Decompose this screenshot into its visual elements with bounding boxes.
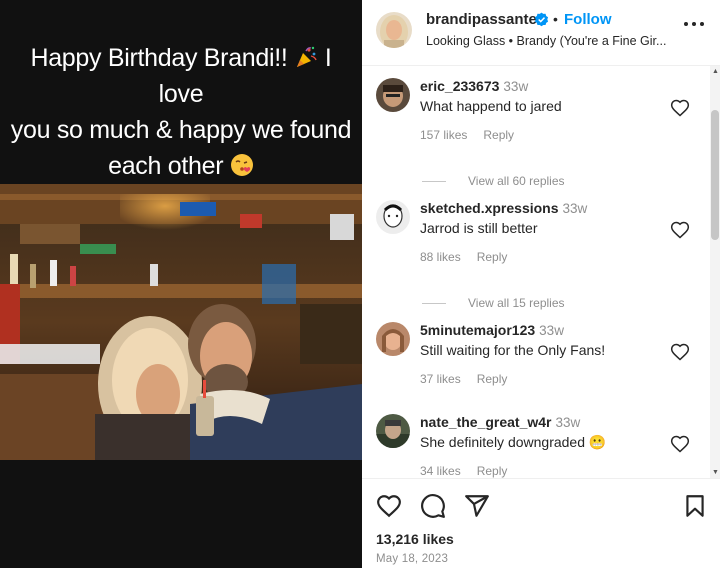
comment-item: eric_233673 33w What happend to jared 157… [362, 78, 710, 198]
scroll-up-arrow-icon[interactable]: ▲ [712, 68, 719, 75]
commenter-username[interactable]: eric_233673 [420, 78, 499, 94]
scroll-down-arrow-icon[interactable]: ▼ [712, 469, 719, 476]
replies-divider [422, 181, 446, 183]
replies-divider [422, 303, 446, 305]
comments-list[interactable]: eric_233673 33w What happend to jared 157… [362, 66, 710, 478]
heart-icon[interactable] [670, 98, 690, 118]
commenter-avatar[interactable] [376, 78, 410, 112]
heart-icon[interactable] [670, 342, 690, 362]
post-date: May 18, 2023 [376, 553, 449, 565]
comment-time: 33w [555, 415, 581, 430]
bookmark-icon[interactable] [682, 493, 708, 519]
comment-text: What happend to jared [420, 98, 562, 114]
commenter-avatar[interactable] [376, 322, 410, 356]
commenter-username[interactable]: sketched.xpressions [420, 200, 559, 216]
comment-likes[interactable]: 34 likes [420, 464, 461, 478]
scroll-thumb[interactable] [711, 110, 719, 240]
commenter-avatar[interactable] [376, 200, 410, 234]
comment-icon[interactable] [420, 493, 446, 519]
comment-time: 33w [539, 323, 564, 338]
post-header: brandipassante • Follow Looking Glass • … [362, 0, 720, 66]
comment-text: Still waiting for the Only Fans! [420, 342, 606, 358]
comment-likes[interactable]: 37 likes [420, 372, 461, 386]
post-photo [0, 184, 362, 460]
comments-scrollbar[interactable]: ▲ ▼ [710, 66, 720, 478]
reply-button[interactable]: Reply [477, 464, 508, 478]
party-popper-icon [297, 46, 317, 67]
reply-button[interactable]: Reply [477, 372, 508, 386]
post-actions: 13,216 likes May 18, 2023 [362, 478, 720, 568]
author-avatar[interactable] [376, 12, 412, 48]
comment-text: She definitely downgraded 😬 [420, 434, 607, 450]
share-icon[interactable] [464, 493, 490, 519]
commenter-username[interactable]: nate_the_great_w4r [420, 414, 552, 430]
caption-line-1: Happy Birthday Brandi!! [30, 44, 288, 72]
comment-likes[interactable]: 157 likes [420, 128, 467, 142]
header-separator: • [553, 11, 558, 27]
kiss-face-icon [230, 154, 253, 176]
likes-count[interactable]: 13,216 likes [376, 531, 454, 547]
comment-item: sketched.xpressions 33w Jarrod is still b… [362, 200, 710, 320]
verified-badge-icon [534, 12, 549, 27]
commenter-avatar[interactable] [376, 414, 410, 448]
comment-likes[interactable]: 88 likes [420, 250, 461, 264]
heart-icon[interactable] [670, 434, 690, 454]
caption-line-3: each other [108, 152, 224, 180]
comment-text: Jarrod is still better [420, 220, 538, 236]
comment-time: 33w [562, 201, 588, 216]
caption-line-2: you so much & happy we found [10, 116, 352, 144]
view-replies-button[interactable]: View all 60 replies [422, 174, 642, 188]
reply-button[interactable]: Reply [483, 128, 514, 142]
post-sidebar: brandipassante • Follow Looking Glass • … [362, 0, 720, 568]
comment-item: 5minutemajor123 33w Still waiting for the… [362, 322, 710, 402]
more-options-icon[interactable] [682, 18, 706, 30]
story-caption: Happy Birthday Brandi!! I love you so mu… [8, 40, 354, 184]
author-username[interactable]: brandipassante [426, 11, 537, 28]
post-media[interactable]: Happy Birthday Brandi!! I love you so mu… [0, 0, 362, 568]
music-label[interactable]: Looking Glass • Brandy (You're a Fine Gi… [426, 34, 676, 48]
commenter-username[interactable]: 5minutemajor123 [420, 322, 535, 338]
heart-icon[interactable] [670, 220, 690, 240]
heart-icon[interactable] [376, 493, 402, 519]
follow-button[interactable]: Follow [564, 11, 612, 28]
comment-item: nate_the_great_w4r 33w She definitely dow… [362, 414, 710, 478]
reply-button[interactable]: Reply [477, 250, 508, 264]
comment-time: 33w [503, 79, 529, 94]
view-replies-button[interactable]: View all 15 replies [422, 296, 642, 310]
